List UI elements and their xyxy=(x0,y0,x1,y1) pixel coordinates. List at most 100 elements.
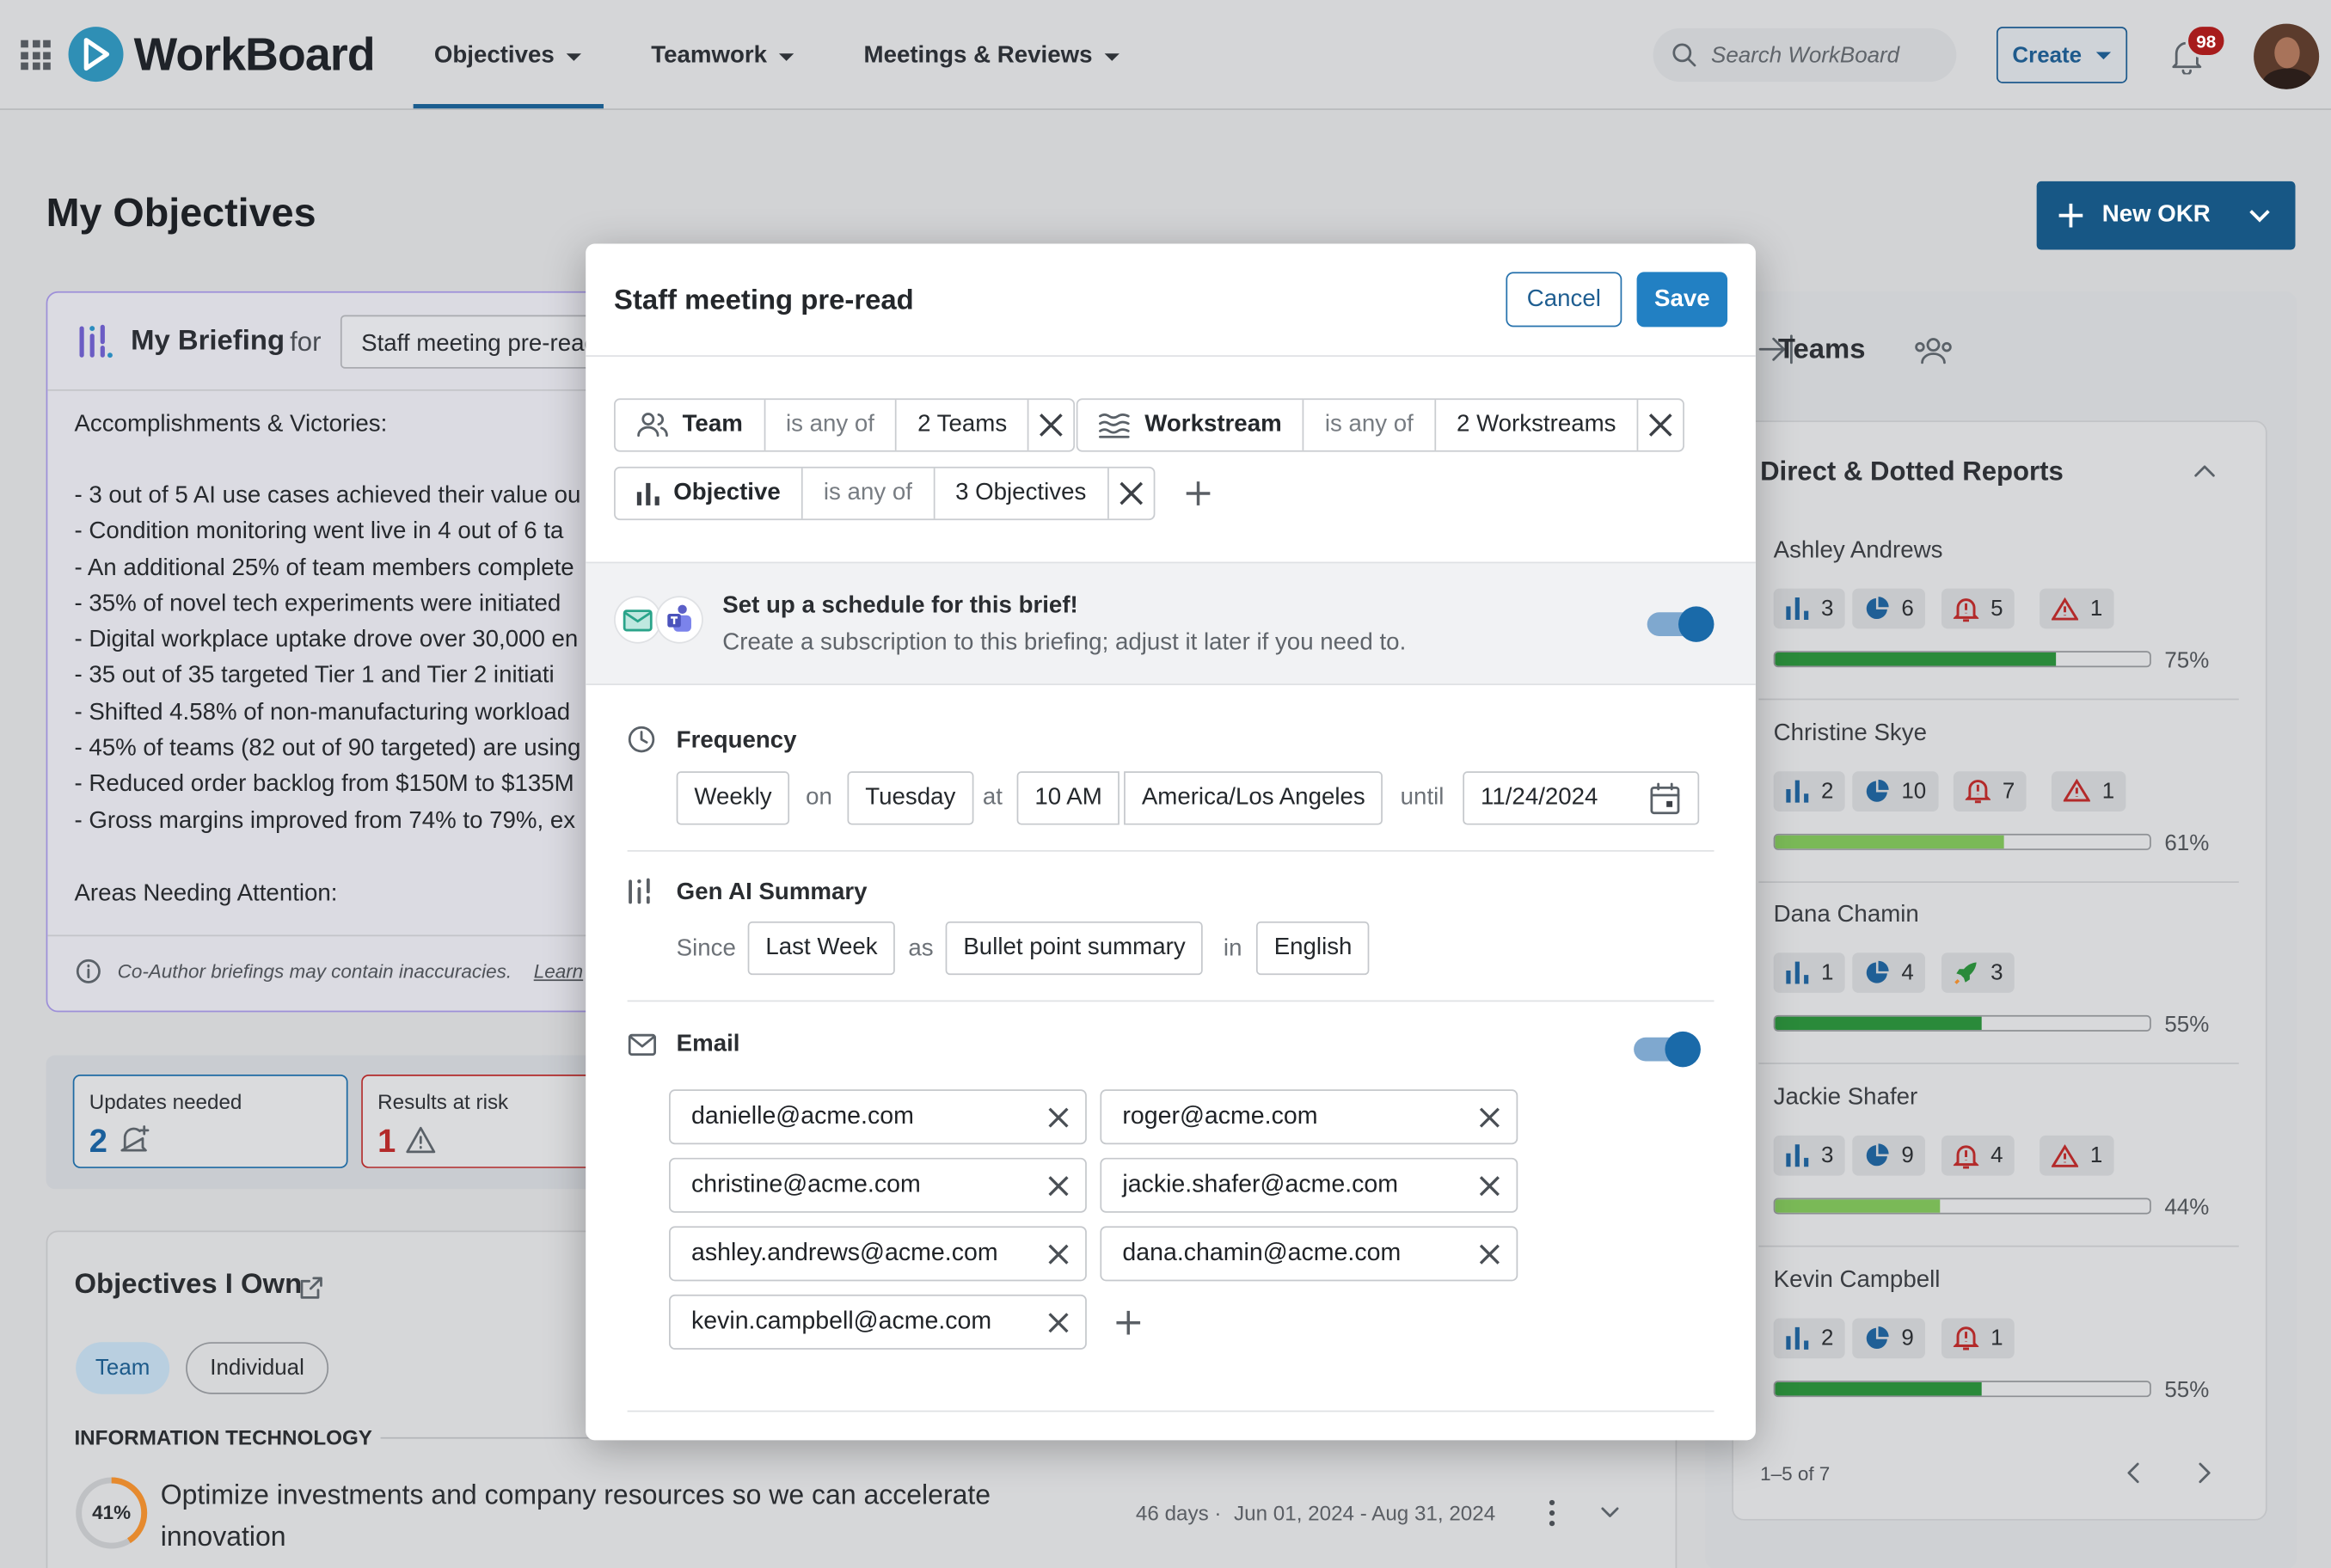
app-name[interactable]: WorkBoard xyxy=(134,28,376,82)
person-name[interactable]: Dana Chamin xyxy=(1774,903,1919,929)
search-input[interactable]: Search WorkBoard xyxy=(1653,28,1957,83)
schedule-subtitle: Create a subscription to this briefing; … xyxy=(722,630,1407,656)
end-date-input[interactable]: 11/24/2024 xyxy=(1463,771,1700,825)
more-vertical-icon[interactable] xyxy=(1542,1498,1562,1528)
remove-filter-button[interactable] xyxy=(1029,400,1074,450)
email-chip[interactable]: jackie.shafer@acme.com xyxy=(1100,1157,1518,1213)
person-name[interactable]: Christine Skye xyxy=(1774,720,1927,747)
new-okr-button[interactable]: New OKR xyxy=(2036,181,2296,250)
tab-team[interactable]: Team xyxy=(76,1342,170,1394)
close-icon[interactable] xyxy=(1478,1173,1502,1197)
email-toggle[interactable] xyxy=(1634,1031,1701,1068)
remove-filter-button[interactable] xyxy=(1108,469,1153,519)
close-icon[interactable] xyxy=(1046,1242,1070,1266)
timezone-select[interactable]: America/Los Angeles xyxy=(1124,771,1383,825)
person-name[interactable]: Jackie Shafer xyxy=(1774,1085,1918,1112)
chevron-right-icon[interactable] xyxy=(2194,1461,2215,1485)
email-chip[interactable]: roger@acme.com xyxy=(1100,1089,1518,1145)
add-email-icon[interactable] xyxy=(1115,1309,1142,1336)
create-button[interactable]: Create xyxy=(1996,27,2128,83)
email-chip[interactable]: danielle@acme.com xyxy=(669,1089,1087,1145)
frequency-select[interactable]: Weekly xyxy=(676,771,790,825)
bar-chart-icon xyxy=(636,482,659,505)
briefing-bullet: - 45% of teams (82 out of 90 targeted) a… xyxy=(74,735,581,762)
person-stat[interactable]: 3 xyxy=(1773,588,1846,629)
tab-individual[interactable]: Individual xyxy=(186,1342,329,1394)
person-stat[interactable]: 5 xyxy=(1941,588,2015,629)
person-stat[interactable]: 3 xyxy=(1941,952,2015,994)
briefing-modal: Staff meeting pre-read Cancel Save Team … xyxy=(586,243,1756,1441)
chevron-down-icon[interactable] xyxy=(2248,204,2272,228)
updates-needed-card[interactable]: Updates needed 2 xyxy=(72,1075,348,1168)
objective-title[interactable]: Optimize investments and company resourc… xyxy=(161,1474,991,1558)
format-select[interactable]: Bullet point summary xyxy=(945,921,1204,976)
briefing-select[interactable]: Staff meeting pre-read xyxy=(340,315,623,369)
warning-icon xyxy=(2063,779,2090,803)
filter-operator[interactable]: is any of xyxy=(1304,400,1436,450)
person-stat[interactable]: 2 xyxy=(1773,1318,1846,1358)
avatar[interactable] xyxy=(2254,23,2320,89)
chevron-left-icon[interactable] xyxy=(2123,1461,2144,1485)
person-stat[interactable]: 6 xyxy=(1852,588,1926,629)
day-select[interactable]: Tuesday xyxy=(847,771,974,825)
remove-filter-button[interactable] xyxy=(1638,400,1683,450)
calendar-icon[interactable] xyxy=(1648,781,1681,816)
cancel-button[interactable]: Cancel xyxy=(1506,272,1622,328)
since-select[interactable]: Last Week xyxy=(747,921,896,976)
nav-teamwork[interactable]: Teamwork xyxy=(651,41,794,71)
nav-meetings-reviews[interactable]: Meetings & Reviews xyxy=(864,41,1119,71)
external-link-icon[interactable] xyxy=(299,1275,324,1300)
briefing-bullets: - 3 out of 5 AI use cases achieved their… xyxy=(74,483,609,844)
schedule-toggle[interactable] xyxy=(1647,606,1715,642)
person-stat[interactable]: 4 xyxy=(1852,952,1926,994)
person-stat[interactable]: 10 xyxy=(1852,770,1939,812)
close-icon[interactable] xyxy=(1046,1173,1070,1197)
person-stat[interactable]: 3 xyxy=(1773,1136,1846,1176)
email-chip[interactable]: dana.chamin@acme.com xyxy=(1100,1226,1518,1282)
person-stat[interactable]: 1 xyxy=(2040,1136,2115,1176)
person-stat[interactable]: 2 xyxy=(1773,770,1846,812)
person-stat[interactable]: 9 xyxy=(1852,1318,1926,1358)
chevron-down-icon[interactable] xyxy=(1598,1503,1622,1523)
close-icon[interactable] xyxy=(1046,1105,1070,1129)
filter-objective[interactable]: Objective is any of 3 Objectives xyxy=(614,466,1155,521)
chevron-up-icon[interactable] xyxy=(2191,461,2218,481)
filter-value[interactable]: 2 Teams xyxy=(897,400,1030,450)
email-chip[interactable]: ashley.andrews@acme.com xyxy=(669,1226,1087,1282)
filter-value[interactable]: 2 Workstreams xyxy=(1436,400,1639,450)
workboard-logo-icon[interactable] xyxy=(68,27,124,83)
person-stat[interactable]: 7 xyxy=(1953,770,2027,812)
person-stat[interactable]: 9 xyxy=(1852,1136,1926,1176)
email-chip[interactable]: christine@acme.com xyxy=(669,1157,1087,1213)
close-icon[interactable] xyxy=(1478,1105,1502,1129)
briefing-for: for xyxy=(290,327,322,357)
person-name[interactable]: Kevin Campbell xyxy=(1774,1267,1941,1294)
filter-operator[interactable]: is any of xyxy=(765,400,897,450)
nav-objectives[interactable]: Objectives xyxy=(434,41,581,71)
filter-workstream[interactable]: Workstream is any of 2 Workstreams xyxy=(1076,398,1685,452)
person-stat[interactable]: 1 xyxy=(2051,770,2126,812)
person-stat[interactable]: 4 xyxy=(1941,1136,2015,1176)
app-grid-icon[interactable] xyxy=(21,40,51,70)
email-chip[interactable]: kevin.campbell@acme.com xyxy=(669,1294,1087,1350)
info-icon xyxy=(76,959,101,983)
briefing-section-title: Accomplishments & Victories: xyxy=(74,411,388,438)
close-icon[interactable] xyxy=(1046,1310,1070,1334)
language-select[interactable]: English xyxy=(1255,921,1371,976)
filter-team[interactable]: Team is any of 2 Teams xyxy=(614,398,1076,452)
person-stat[interactable]: 1 xyxy=(1773,952,1846,994)
filter-value[interactable]: 3 Objectives xyxy=(935,468,1109,519)
progress-percent: 44% xyxy=(2164,1195,2210,1221)
add-filter-icon[interactable] xyxy=(1185,480,1212,506)
time-select[interactable]: 10 AM xyxy=(1016,771,1120,825)
close-icon[interactable] xyxy=(1478,1242,1502,1266)
learn-more-link[interactable]: Learn xyxy=(534,960,583,983)
filter-operator[interactable]: is any of xyxy=(803,468,935,519)
nav-objectives-label: Objectives xyxy=(433,43,555,69)
person-stat[interactable]: 1 xyxy=(2040,588,2115,629)
email-address: danielle@acme.com xyxy=(690,1102,914,1130)
results-at-risk-card[interactable]: Results at risk 1 xyxy=(361,1075,611,1168)
person-stat[interactable]: 1 xyxy=(1941,1318,2015,1358)
person-name[interactable]: Ashley Andrews xyxy=(1774,538,1943,565)
save-button[interactable]: Save xyxy=(1636,272,1728,328)
